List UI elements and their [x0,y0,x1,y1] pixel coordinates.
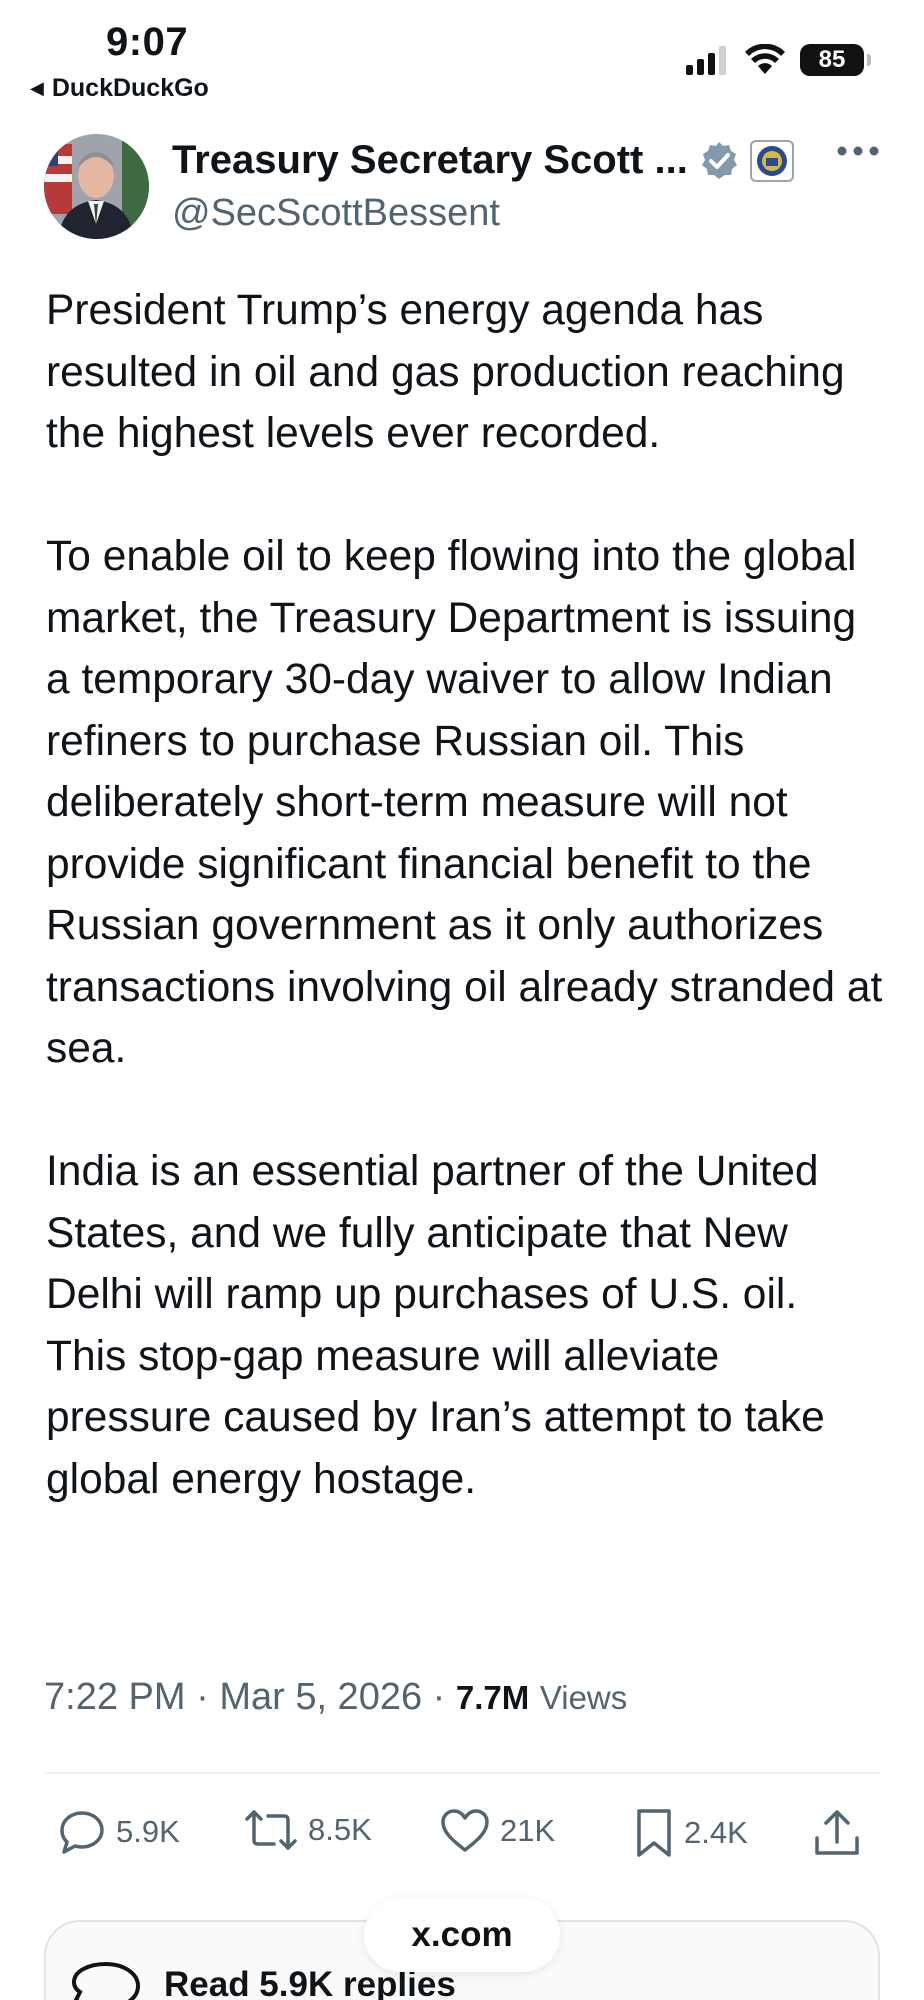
reply-bubble-icon [71,1961,141,2000]
browser-url-pill[interactable]: x.com [364,1898,560,1972]
tweet-time[interactable]: 7:22 PM [44,1676,186,1718]
reply-button[interactable]: 5.9K [58,1808,180,1856]
tweet-date[interactable]: Mar 5, 2026 [219,1676,422,1718]
status-bar: 9:07 ◀ DuckDuckGo 85 [0,0,924,110]
battery-icon: 85 [800,44,871,76]
share-icon [815,1810,859,1855]
meta-separator: · [432,1676,456,1718]
back-triangle-icon: ◀ [30,78,44,98]
tweet-header: Treasury Secretary Scott ... @SecScottBe… [44,134,880,244]
repost-icon [245,1810,297,1850]
like-count: 21K [500,1813,556,1848]
author-display-name[interactable]: Treasury Secretary Scott ... [172,138,688,183]
author-name-row: Treasury Secretary Scott ... [172,138,794,183]
back-app-label: DuckDuckGo [51,74,209,102]
views-label: Views [539,1679,628,1716]
verified-badge-icon [701,141,737,179]
share-button[interactable] [812,1808,862,1858]
cellular-signal-icon [686,46,726,75]
divider [44,1772,880,1774]
more-options-icon[interactable] [836,144,880,158]
tweet-paragraph: India is an essential partner of the Uni… [46,1148,825,1503]
tweet-meta: 7:22 PM · Mar 5, 2026 · 7.7M Views [44,1676,627,1719]
author-handle[interactable]: @SecScottBessent [172,192,500,235]
reply-icon [60,1811,104,1854]
back-to-app-button[interactable]: ◀ DuckDuckGo [30,74,209,103]
treasury-seal-icon [749,139,794,182]
status-icons: 85 [684,44,871,76]
views-count: 7.7M [455,1679,530,1716]
bookmark-button[interactable]: 2.4K [634,1808,748,1858]
repost-button[interactable]: 8.5K [244,1808,372,1852]
like-button[interactable]: 21K [440,1808,555,1854]
tweet-body: President Trump’s energy agenda has resu… [46,280,886,1510]
tweet-paragraph: To enable oil to keep flowing into the g… [46,533,883,1072]
meta-separator: · [196,1676,220,1718]
reply-count: 5.9K [116,1814,180,1849]
status-time: 9:07 [106,20,189,64]
wifi-icon [745,44,785,74]
heart-icon [441,1809,489,1852]
tweet-paragraph: President Trump’s energy agenda has resu… [46,287,845,457]
author-avatar[interactable] [44,134,149,239]
bookmark-count: 2.4K [684,1815,748,1850]
repost-count: 8.5K [308,1812,372,1847]
action-bar: 5.9K 8.5K 21K 2.4K [44,1808,880,1868]
bookmark-icon [637,1809,671,1857]
